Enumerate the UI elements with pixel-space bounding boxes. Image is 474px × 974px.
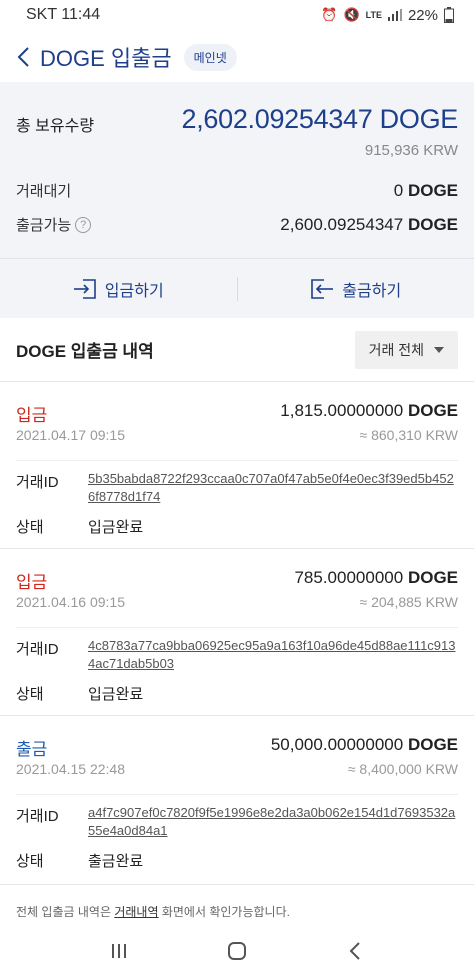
status-bar: SKT 11:44 ⏰ 🔇 LTE 22% <box>0 0 474 30</box>
nav-back-icon <box>349 942 360 960</box>
help-icon[interactable]: ? <box>75 216 92 233</box>
withdrawable-label-group: 출금가능 ? <box>16 214 92 235</box>
filter-label: 거래 전체 <box>368 341 424 358</box>
mute-icon: 🔇 <box>343 7 360 22</box>
network-badge: 메인넷 <box>183 43 237 71</box>
pending-value: 0 DOGE <box>394 181 458 201</box>
transaction-amount: 1,815.00000000 DOGE <box>280 401 458 421</box>
caret-down-icon <box>434 346 444 353</box>
transaction-type: 출금 <box>16 740 48 759</box>
pending-row: 거래대기 0 DOGE <box>16 180 458 201</box>
alarm-icon: ⏰ <box>321 7 338 22</box>
txid-link[interactable]: 5b35babda8722f293ccaa0c707a0f47ab5e0f4e0… <box>88 470 460 506</box>
history-title: DOGE 입출금 내역 <box>16 342 154 361</box>
transaction-date: 2021.04.15 22:48 <box>16 761 125 777</box>
history-filter-dropdown[interactable]: 거래 전체 <box>354 330 458 369</box>
page-title: DOGE 입출금 <box>40 46 172 71</box>
deposit-button[interactable]: 입금하기 <box>0 277 237 301</box>
status-icons: ⏰ 🔇 LTE 22% <box>321 7 454 24</box>
home-button[interactable] <box>217 936 257 966</box>
transaction-divider <box>16 460 458 461</box>
system-nav-bar <box>0 928 474 974</box>
pending-label: 거래대기 <box>16 183 72 200</box>
withdraw-label: 출금하기 <box>342 282 402 300</box>
transaction-amount-unit: DOGE <box>407 735 458 754</box>
txid-label: 거래ID <box>16 808 59 825</box>
transaction-item: 입금 1,815.00000000 DOGE 2021.04.17 09:15 … <box>0 383 474 549</box>
status-value: 입금완료 <box>88 686 144 703</box>
nav-back-button[interactable] <box>335 936 375 966</box>
signal-icon <box>387 9 402 21</box>
status-label: 상태 <box>16 686 44 703</box>
total-holdings-value: 2,602.09254347 DOGE <box>181 104 458 134</box>
status-label: 상태 <box>16 853 44 870</box>
txid-label: 거래ID <box>16 641 59 658</box>
withdraw-button[interactable]: 출금하기 <box>238 277 474 301</box>
transaction-date: 2021.04.17 09:15 <box>16 427 125 443</box>
withdrawable-amount: 2,600.09254347 <box>280 214 404 234</box>
withdrawable-unit: DOGE <box>407 214 458 234</box>
total-holdings-krw: 915,936 KRW <box>364 142 458 159</box>
transaction-amount-value: 50,000.00000000 <box>270 735 404 754</box>
action-buttons: 입금하기 출금하기 <box>0 259 474 318</box>
history-header: DOGE 입출금 내역 거래 전체 <box>0 318 474 382</box>
transaction-date: 2021.04.16 09:15 <box>16 594 125 610</box>
transaction-amount: 50,000.00000000 DOGE <box>271 735 458 755</box>
home-icon <box>228 942 246 960</box>
footer-note-prefix: 전체 입출금 내역은 <box>16 905 115 919</box>
transaction-amount: 785.00000000 DOGE <box>294 568 458 588</box>
transaction-amount-unit: DOGE <box>407 401 458 420</box>
total-holdings-row: 총 보유수량 2,602.09254347 DOGE <box>16 104 458 136</box>
footer-note: 전체 입출금 내역은 거래내역 화면에서 확인가능합니다. <box>16 903 290 920</box>
footer-note-suffix: 화면에서 확인가능합니다. <box>158 905 290 919</box>
transaction-item: 출금 50,000.00000000 DOGE 2021.04.15 22:48… <box>0 717 474 885</box>
transaction-amount-unit: DOGE <box>407 568 458 587</box>
transaction-krw: ≈ 860,310 KRW <box>359 427 458 443</box>
transaction-krw: ≈ 204,885 KRW <box>359 594 458 610</box>
carrier-time: SKT 11:44 <box>26 6 101 23</box>
transaction-item: 입금 785.00000000 DOGE 2021.04.16 09:15 ≈ … <box>0 550 474 716</box>
withdrawable-row: 출금가능 ? 2,600.09254347 DOGE <box>16 214 458 235</box>
withdraw-icon <box>311 278 334 299</box>
transaction-amount-value: 1,815.00000000 <box>280 401 404 420</box>
deposit-label: 입금하기 <box>104 282 164 300</box>
balance-summary: 총 보유수량 2,602.09254347 DOGE 915,936 KRW 거… <box>0 82 474 318</box>
withdrawable-label: 출금가능 <box>16 217 72 234</box>
battery-icon <box>444 7 454 23</box>
pending-unit: DOGE <box>407 180 458 200</box>
txid-link[interactable]: a4f7c907ef0c7820f9f5e1996e8e2da3a0b062e1… <box>88 804 460 840</box>
withdrawable-value: 2,600.09254347 DOGE <box>280 215 458 235</box>
transaction-krw: ≈ 8,400,000 KRW <box>347 761 458 777</box>
back-button[interactable] <box>12 42 34 72</box>
status-value: 출금완료 <box>88 853 144 870</box>
deposit-icon <box>73 278 96 299</box>
total-holdings-label: 총 보유수량 <box>16 118 95 135</box>
app-header: DOGE 입출금 메인넷 <box>0 34 474 80</box>
txid-label: 거래ID <box>16 474 59 491</box>
back-chevron-icon <box>17 47 29 67</box>
transaction-amount-value: 785.00000000 <box>294 568 404 587</box>
pending-amount: 0 <box>393 180 404 200</box>
transaction-divider <box>16 794 458 795</box>
status-label: 상태 <box>16 519 44 536</box>
recents-icon <box>112 944 126 958</box>
transaction-type: 입금 <box>16 406 48 425</box>
network-type: LTE <box>365 9 382 20</box>
recents-button[interactable] <box>99 936 139 966</box>
transaction-divider <box>16 627 458 628</box>
history-link[interactable]: 거래내역 <box>114 905 158 919</box>
transaction-type: 입금 <box>16 573 48 592</box>
battery-percent: 22% <box>407 6 438 24</box>
txid-link[interactable]: 4c8783a77ca9bba06925ec95a9a163f10a96de45… <box>88 637 460 673</box>
status-value: 입금완료 <box>88 519 144 536</box>
